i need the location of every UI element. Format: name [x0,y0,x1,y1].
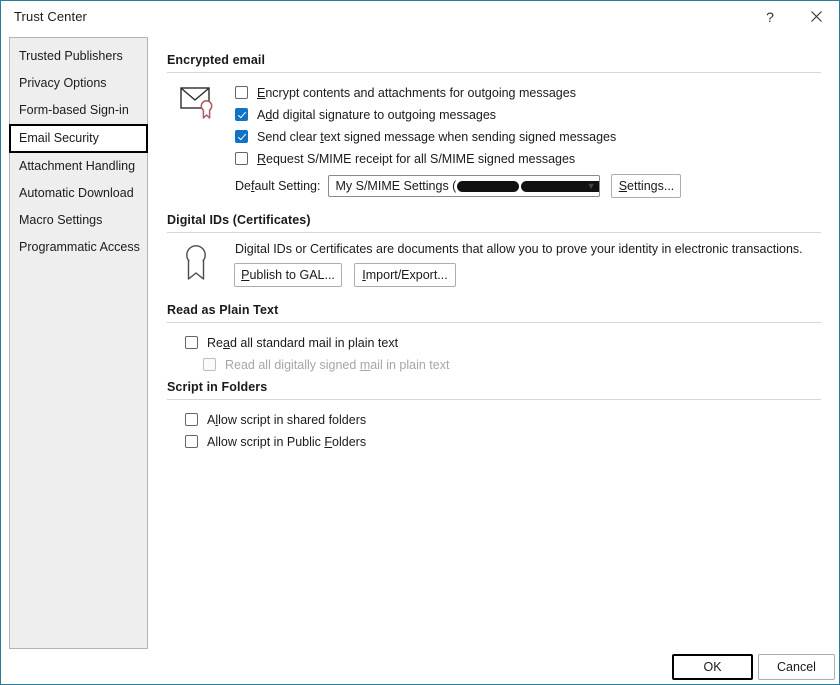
section-script-in-folders: Script in Folders Allow script in shared… [167,380,823,453]
checkbox-unchecked-icon [203,358,216,371]
sidebar-item-trusted-publishers[interactable]: Trusted Publishers [10,43,147,70]
checkbox-unchecked-icon[interactable] [235,152,248,165]
ok-button[interactable]: OK [672,654,753,680]
checkbox-row[interactable]: Request S/MIME receipt for all S/MIME si… [235,148,823,169]
sidebar-item-programmatic-access[interactable]: Programmatic Access [10,234,147,261]
checkbox-unchecked-icon[interactable] [235,86,248,99]
sidebar-item-label: Email Security [19,131,99,145]
section-divider [167,399,821,400]
sidebar-item-label: Attachment Handling [19,159,136,173]
redacted-text [457,180,520,192]
section-divider [167,72,821,73]
help-button[interactable]: ? [747,1,793,32]
trust-center-dialog: Trust Center ? Trusted Publishers Privacy… [0,0,840,685]
section-title-digital-ids: Digital IDs (Certificates) [167,213,311,227]
title-bar: Trust Center ? [1,1,839,32]
sidebar-item-label: Privacy Options [19,76,107,90]
sidebar-item-email-security[interactable]: Email Security [9,124,148,153]
section-title-script-in-folders: Script in Folders [167,380,268,394]
checkbox-label: Send clear text signed message when send… [257,129,617,144]
chevron-down-icon: ▼ [586,181,596,191]
checkbox-row[interactable]: Add digital signature to outgoing messag… [235,104,823,125]
section-read-as-plain-text: Read as Plain Text Read all standard mai… [167,303,823,376]
read-as-plain-text-checkbox-group: Read all standard mail in plain text Read… [185,332,823,375]
sidebar-item-label: Trusted Publishers [19,49,123,63]
checkbox-label: Encrypt contents and attachments for out… [257,85,576,100]
digital-ids-description: Digital IDs or Certificates are document… [235,242,803,256]
checkbox-row[interactable]: Allow script in shared folders [185,409,823,430]
close-button[interactable] [793,1,839,32]
script-in-folders-checkbox-group: Allow script in shared folders Allow scri… [185,409,823,452]
settings-button[interactable]: Settings... [611,174,682,198]
checkbox-label: Read all digitally signed mail in plain … [225,357,450,372]
sidebar: Trusted Publishers Privacy Options Form-ba… [9,37,148,649]
section-divider [167,322,821,323]
checkbox-row[interactable]: Send clear text signed message when send… [235,126,823,147]
encrypted-email-checkbox-group: Encrypt contents and attachments for out… [235,82,823,169]
checkbox-unchecked-icon[interactable] [185,413,198,426]
checkbox-row[interactable]: Encrypt contents and attachments for out… [235,82,823,103]
checkbox-label: Request S/MIME receipt for all S/MIME si… [257,151,576,166]
checkbox-unchecked-icon[interactable] [185,435,198,448]
checkbox-unchecked-icon[interactable] [185,336,198,349]
sidebar-item-label: Form-based Sign-in [19,103,129,117]
sidebar-item-label: Macro Settings [19,213,103,227]
section-divider [167,232,821,233]
digital-ids-button-row: Publish to GAL... Import/Export... [234,263,823,287]
sidebar-item-automatic-download[interactable]: Automatic Download [10,180,147,207]
checkbox-label: Read all standard mail in plain text [207,335,399,350]
sidebar-item-attachment-handling[interactable]: Attachment Handling [10,153,147,180]
checkbox-label: Add digital signature to outgoing messag… [257,107,497,122]
window-title: Trust Center [14,9,87,24]
sidebar-item-label: Automatic Download [19,186,134,200]
publish-to-gal-button[interactable]: Publish to GAL... [234,263,342,287]
section-title-encrypted-email: Encrypted email [167,53,266,67]
close-icon [810,11,822,22]
default-setting-row: Default Setting: My S/MIME Settings () ▼… [235,174,823,198]
import-export-button[interactable]: Import/Export... [354,263,456,287]
sidebar-item-form-based-sign-in[interactable]: Form-based Sign-in [10,97,147,124]
checkbox-checked-icon[interactable] [235,130,248,143]
section-encrypted-email: Encrypted email Encrypt contents and att… [167,53,823,198]
default-setting-combobox[interactable]: My S/MIME Settings () ▼ [328,175,601,197]
checkbox-checked-icon[interactable] [235,108,248,121]
sidebar-item-privacy-options[interactable]: Privacy Options [10,70,147,97]
section-title-read-as-plain-text: Read as Plain Text [167,303,279,317]
section-digital-ids: Digital IDs (Certificates) Digital IDs o… [167,213,823,287]
envelope-certificate-icon [179,82,223,126]
cancel-button[interactable]: Cancel [758,654,835,680]
certificate-badge-icon [181,244,225,288]
default-setting-label: Default Setting: [235,179,321,193]
default-setting-value: My S/MIME Settings () [329,179,600,193]
sidebar-item-macro-settings[interactable]: Macro Settings [10,207,147,234]
checkbox-label: Allow script in Public Folders [207,434,367,449]
question-mark-icon: ? [766,8,774,25]
sidebar-item-label: Programmatic Access [19,240,140,254]
checkbox-label: Allow script in shared folders [207,412,367,427]
checkbox-row: Read all digitally signed mail in plain … [203,354,823,375]
checkbox-row[interactable]: Read all standard mail in plain text [185,332,823,353]
checkbox-row[interactable]: Allow script in Public Folders [185,431,823,452]
